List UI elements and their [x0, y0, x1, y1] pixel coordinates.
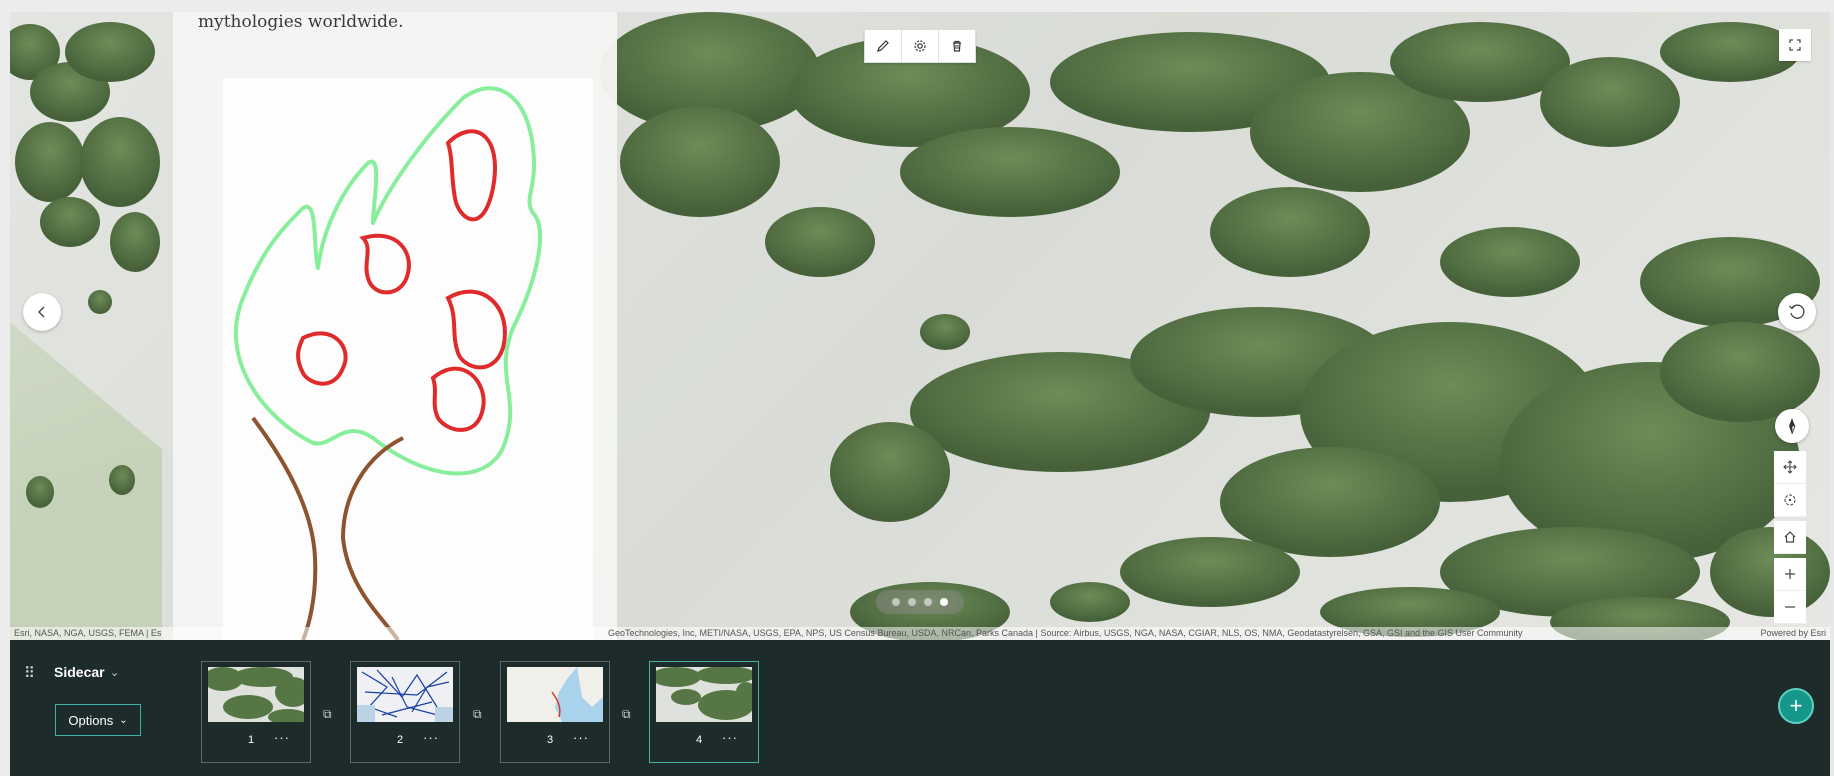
- chevron-down-icon[interactable]: ⌄: [110, 666, 119, 679]
- slide-thumbnail-image: [656, 667, 752, 722]
- duplicate-icon[interactable]: ⧉: [323, 707, 332, 722]
- slide-thumbnail-image: [208, 667, 304, 722]
- options-label: Options: [68, 712, 114, 728]
- slide-thumbnail-4[interactable]: 4 ···: [649, 661, 759, 763]
- narrative-panel: mythologies worldwide.: [173, 12, 617, 640]
- left-gutter: [0, 12, 10, 776]
- panel-text: mythologies worldwide.: [198, 12, 404, 32]
- duplicate-icon[interactable]: ⧉: [473, 707, 482, 722]
- block-edit-toolbar: [864, 29, 976, 63]
- powered-by-esri[interactable]: Powered by Esri: [1760, 627, 1826, 640]
- more-options-icon[interactable]: ···: [274, 730, 290, 745]
- orbit-icon[interactable]: [1774, 484, 1806, 517]
- compass-icon[interactable]: [1775, 409, 1809, 443]
- slide-number: 4: [696, 734, 703, 746]
- block-title[interactable]: Sidecar: [54, 664, 105, 680]
- pager-dot-active[interactable]: [940, 598, 948, 606]
- pager-dot[interactable]: [908, 598, 916, 606]
- gear-icon[interactable]: [902, 30, 939, 62]
- map-navigation-controls: [1774, 451, 1806, 624]
- slide-number: 1: [248, 734, 255, 746]
- more-options-icon[interactable]: ···: [573, 730, 589, 745]
- slide-number: 2: [397, 734, 404, 746]
- slide-thumbnail-image: [507, 667, 603, 722]
- rotate-icon[interactable]: [1778, 293, 1816, 331]
- map-view[interactable]: mythologies worldwide. Esri, NASA, NGA, …: [10, 12, 1830, 640]
- drag-handle-icon[interactable]: ⠿: [24, 664, 35, 682]
- home-icon[interactable]: [1774, 521, 1806, 554]
- more-options-icon[interactable]: ···: [423, 730, 439, 745]
- zoom-in-icon[interactable]: [1774, 558, 1806, 591]
- builder-bar: ⠿ Sidecar ⌄ Options ⌄ 1 ··· ⧉ 2 ··· ⧉ 3 …: [10, 640, 1830, 776]
- more-options-icon[interactable]: ···: [722, 730, 738, 745]
- attribution-mid: GeoTechnologies, Inc, METI/NASA, USGS, E…: [608, 628, 1523, 638]
- slide-number: 3: [547, 734, 554, 746]
- pager-dot[interactable]: [892, 598, 900, 606]
- slide-thumbnail-3[interactable]: 3 ···: [500, 661, 610, 763]
- previous-slide-button[interactable]: [23, 293, 61, 331]
- duplicate-icon[interactable]: ⧉: [622, 707, 631, 722]
- top-bar: [0, 0, 1834, 12]
- options-button[interactable]: Options ⌄: [55, 704, 141, 736]
- zoom-out-icon[interactable]: [1774, 591, 1806, 624]
- slide-thumbnail-2[interactable]: 2 ···: [350, 661, 460, 763]
- map-attribution: Esri, NASA, NGA, USGS, FEMA | Es GeoTech…: [10, 627, 1830, 640]
- pencil-icon[interactable]: [865, 30, 902, 62]
- attribution-left: Esri, NASA, NGA, USGS, FEMA | Es: [14, 628, 162, 638]
- tree-drawing-image: [223, 78, 593, 640]
- chevron-down-icon: ⌄: [119, 714, 128, 726]
- slide-thumbnail-1[interactable]: 1 ···: [201, 661, 311, 763]
- pager-dot[interactable]: [924, 598, 932, 606]
- expand-icon[interactable]: [1779, 29, 1811, 61]
- slide-pager: [876, 590, 964, 614]
- trash-icon[interactable]: [939, 30, 975, 62]
- slide-thumbnail-image: [357, 667, 453, 722]
- pan-icon[interactable]: [1774, 451, 1806, 484]
- add-slide-button[interactable]: +: [1778, 688, 1814, 724]
